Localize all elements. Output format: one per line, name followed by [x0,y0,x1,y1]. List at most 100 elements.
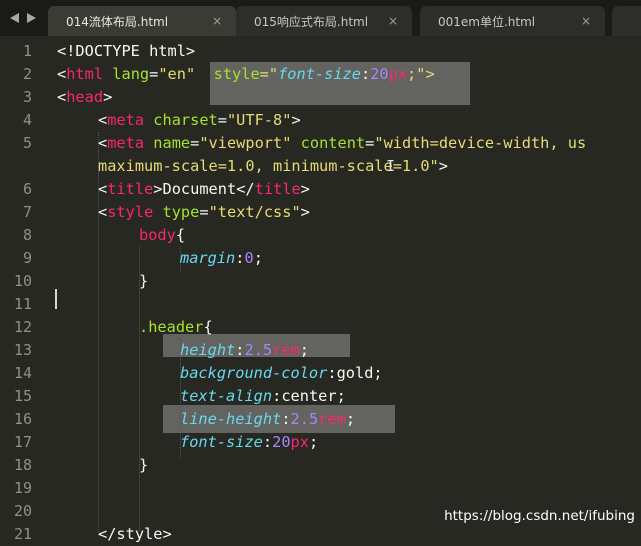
line-number: 18 [13,456,32,474]
punct: = [190,134,200,152]
code-line: line-height:2.5rem; [180,408,355,431]
code-line: </style> [98,523,172,546]
code-line: <!DOCTYPE html> [57,40,195,63]
line-number: 2 [22,65,32,83]
punct: > [438,157,448,175]
attr-name: name [153,134,191,152]
line-number: 9 [22,249,32,267]
attr-value: =" [259,65,279,83]
line-number: 6 [22,180,32,198]
mouse-ibeam-cursor-icon: I [386,157,396,175]
back-icon[interactable] [10,13,19,23]
watermark: https://blog.csdn.net/ifubing [444,508,635,524]
doctype: <!DOCTYPE html> [57,42,196,60]
close-icon[interactable]: × [581,14,591,28]
forward-icon[interactable] [27,13,36,23]
css-property: line-height [180,410,282,428]
code-line: <meta charset="UTF-8"> [98,109,301,132]
line-number: 13 [13,341,32,359]
line-number: 21 [13,525,32,543]
closing-style-tag: </style> [98,525,172,543]
code-editor[interactable]: 1 2 3 4 5 6 7 8 9 10 11 12 13 14 15 16 1… [0,36,641,543]
tag-name: meta [107,134,145,152]
punct: < [98,203,108,221]
tab-overflow[interactable] [612,6,641,36]
punct: > [291,111,301,129]
punct: { [175,226,186,244]
css-number: 20 [370,65,389,83]
line-number: 17 [13,433,32,451]
css-number: 2.5 [290,410,319,428]
code-line: .header{ [139,316,213,339]
line-number: 16 [13,410,32,428]
tab-bar: 014流体布局.html × 015响应式布局.html × 001em单位.h… [0,0,641,36]
punct: : [272,387,282,405]
attr-name: style [213,65,260,83]
line-number: 20 [13,502,32,520]
text-cursor [55,289,57,309]
code-line: height:2.5rem; [180,339,309,362]
css-unit: rem [272,341,300,359]
line-number: 19 [13,479,32,497]
tag-name: title [254,180,301,198]
punct: < [98,180,108,198]
css-number: 20 [272,433,291,451]
punct: = [149,65,159,83]
tab-015-responsive-layout[interactable]: 015响应式布局.html × [236,6,412,36]
attr-name: lang [112,65,150,83]
css-property: background-color [180,364,328,382]
punct: { [203,318,213,336]
punct: ; [373,364,383,382]
line-number: 12 [13,318,32,336]
css-value: center [281,387,337,405]
line-number: 15 [13,387,32,405]
punct: > [300,180,310,198]
code-line: text-align:center; [180,385,346,408]
code-line: <html lang="en" style="font-size:20px;"> [57,63,435,86]
attr-name: type [162,203,200,221]
code-line: margin:0; [180,247,263,270]
punct: < [57,65,67,83]
line-number: 5 [22,134,32,152]
punct: } [139,456,149,474]
line-number: 4 [22,111,32,129]
code-line: font-size:20px; [180,431,318,454]
css-property: font-size [180,433,263,451]
attr-value: "UTF-8" [226,111,292,129]
line-number: 3 [22,88,32,106]
tab-001em-unit[interactable]: 001em单位.html × [420,6,605,36]
attr-name: charset [153,111,218,129]
line-number: 11 [13,295,32,313]
attr-name: content [300,134,366,152]
line-number: 14 [13,364,32,382]
punct: ; [345,410,356,428]
code-area[interactable]: <!DOCTYPE html> <html lang="en" style="f… [57,36,641,543]
punct: ; [308,433,319,451]
css-selector: body [139,226,176,244]
code-line: } [139,454,148,477]
text-content: Document [162,180,237,198]
line-number: 1 [22,42,32,60]
tag-name: meta [107,111,145,129]
css-property: text-align [180,387,273,405]
tab-014-fluid-layout[interactable]: 014流体布局.html × [48,6,236,36]
punct: = [217,111,227,129]
punct: : [327,364,337,382]
punct: < [98,134,108,152]
tab-navigation [0,0,46,36]
close-icon[interactable]: × [388,14,398,28]
tag-name: head [66,88,104,106]
punct: ; [336,387,346,405]
punct: ; [253,249,263,267]
code-line: } [139,270,148,293]
css-unit: px [290,433,309,451]
punct: ; [299,341,309,359]
line-number-gutter: 1 2 3 4 5 6 7 8 9 10 11 12 13 14 15 16 1… [0,36,50,543]
attr-value: "en" [158,65,196,83]
css-number: 0 [244,249,254,267]
close-icon[interactable]: × [212,14,222,28]
css-property: margin [180,249,236,267]
tab-label: 014流体布局.html [66,14,169,29]
css-number: 2.5 [244,341,273,359]
punct: = [199,203,209,221]
